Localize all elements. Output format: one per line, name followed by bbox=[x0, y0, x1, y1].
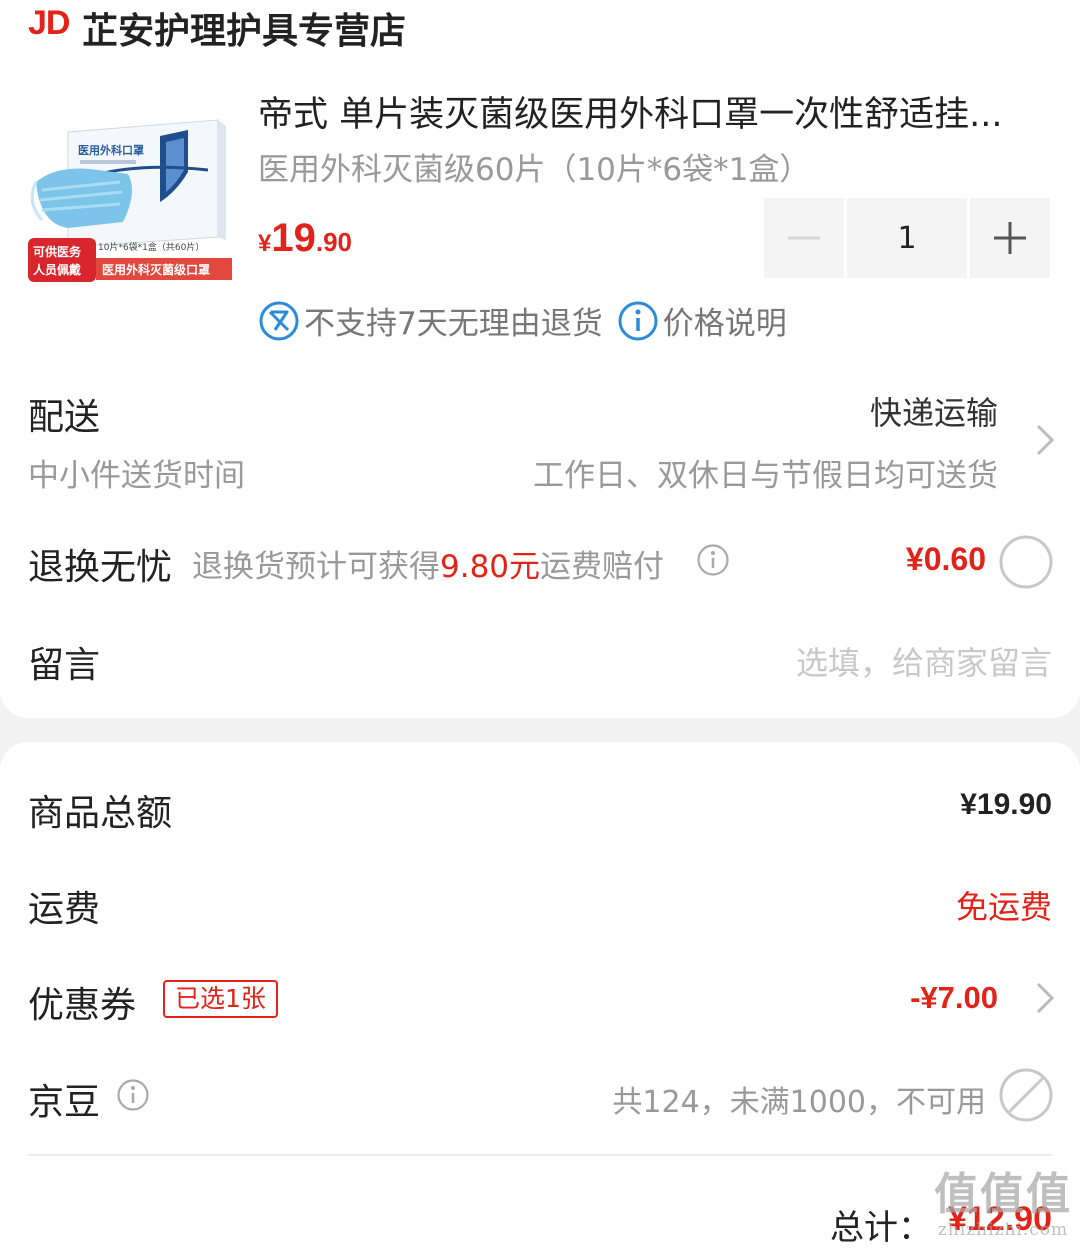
goods-total-label: 商品总额 bbox=[28, 793, 173, 834]
product-title[interactable]: 帝式 单片装灭菌级医用外科口罩一次性舒适挂... bbox=[258, 86, 1058, 137]
badge-line1-text: 可供医务 bbox=[33, 244, 82, 259]
goods-total-value: ¥19.90 bbox=[960, 788, 1052, 821]
desc-amount: 9.80元 bbox=[440, 549, 541, 585]
coupon-badge: 已选1张 bbox=[163, 980, 278, 1018]
return-info-icon[interactable] bbox=[696, 543, 730, 577]
total-label: 总计： bbox=[830, 1208, 932, 1248]
delivery-label: 配送 bbox=[28, 397, 101, 438]
jd-logo: JD bbox=[28, 4, 70, 42]
delivery-method[interactable]: 快递运输 bbox=[870, 388, 998, 434]
service-tags: 不支持7天无理由退货 价格说明 bbox=[258, 298, 787, 343]
quantity-value[interactable]: 1 bbox=[847, 198, 967, 278]
badge-line2-text: 人员佩戴 bbox=[33, 262, 81, 277]
no-return-icon bbox=[259, 301, 299, 340]
message-input[interactable]: 选填，给商家留言 bbox=[796, 638, 1052, 684]
desc-post: 运费赔付 bbox=[540, 549, 665, 585]
delivery-time-value: 工作日、双休日与节假日均可送货 bbox=[533, 458, 998, 494]
store-name[interactable]: 芷安护理护具专营店 bbox=[82, 2, 406, 54]
watermark: 值值值 zhizhizhi.com bbox=[934, 1169, 1072, 1241]
chevron-right-icon[interactable] bbox=[1034, 422, 1056, 458]
minus-icon bbox=[788, 236, 820, 240]
no-return-text: 不支持7天无理由退货 bbox=[304, 306, 603, 342]
return-insurance-price: ¥0.60 bbox=[905, 541, 986, 577]
price-currency: ¥ bbox=[258, 230, 272, 257]
shipping-label: 运费 bbox=[28, 889, 101, 930]
divider bbox=[28, 1154, 1052, 1156]
jingdou-label: 京豆 bbox=[28, 1082, 101, 1123]
product-spec: 医用外科灭菌级60片（10片*6袋*1盒） bbox=[258, 152, 811, 188]
increase-button[interactable] bbox=[970, 198, 1050, 278]
return-insurance-checkbox[interactable] bbox=[998, 534, 1054, 590]
jingdou-value: 共124，未满1000，不可用 bbox=[612, 1085, 986, 1120]
decrease-button[interactable] bbox=[764, 198, 844, 278]
coupon-label: 优惠券 bbox=[28, 985, 137, 1026]
return-insurance-label: 退换无忧 bbox=[28, 547, 173, 588]
watermark-url: zhizhizhi.com bbox=[937, 1220, 1069, 1240]
product-image[interactable]: 医用外科口罩 10片*6袋*1盒（共60片） 可供医务 人员佩戴 医用外科灭菌级… bbox=[28, 112, 232, 284]
pack-info-text: 10片*6袋*1盒（共60片） bbox=[98, 241, 204, 253]
price-note-link[interactable]: 价格说明 bbox=[663, 298, 787, 343]
box-title-text: 医用外科口罩 bbox=[78, 143, 144, 157]
desc-pre: 退换货预计可获得 bbox=[192, 549, 440, 585]
return-insurance-desc: 退换货预计可获得9.80元运费赔付 bbox=[192, 541, 664, 586]
plus-icon bbox=[994, 222, 1026, 254]
price-decimal: .90 bbox=[315, 227, 353, 257]
jingdou-info-icon[interactable] bbox=[116, 1078, 150, 1112]
chevron-right-icon[interactable] bbox=[1034, 980, 1056, 1016]
message-label: 留言 bbox=[28, 645, 101, 686]
coupon-value[interactable]: -¥7.00 bbox=[910, 980, 998, 1016]
shipping-value: 免运费 bbox=[955, 888, 1052, 926]
watermark-logo: 值值值 bbox=[934, 1169, 1072, 1220]
info-icon[interactable] bbox=[617, 300, 659, 342]
product-price: ¥19.90 bbox=[258, 216, 352, 261]
price-integer: 19 bbox=[271, 216, 316, 260]
banner-text: 医用外科灭菌级口罩 bbox=[102, 262, 210, 277]
disabled-icon bbox=[999, 1068, 1053, 1122]
quantity-stepper: 1 bbox=[764, 198, 1053, 278]
delivery-time-label: 中小件送货时间 bbox=[28, 458, 245, 494]
